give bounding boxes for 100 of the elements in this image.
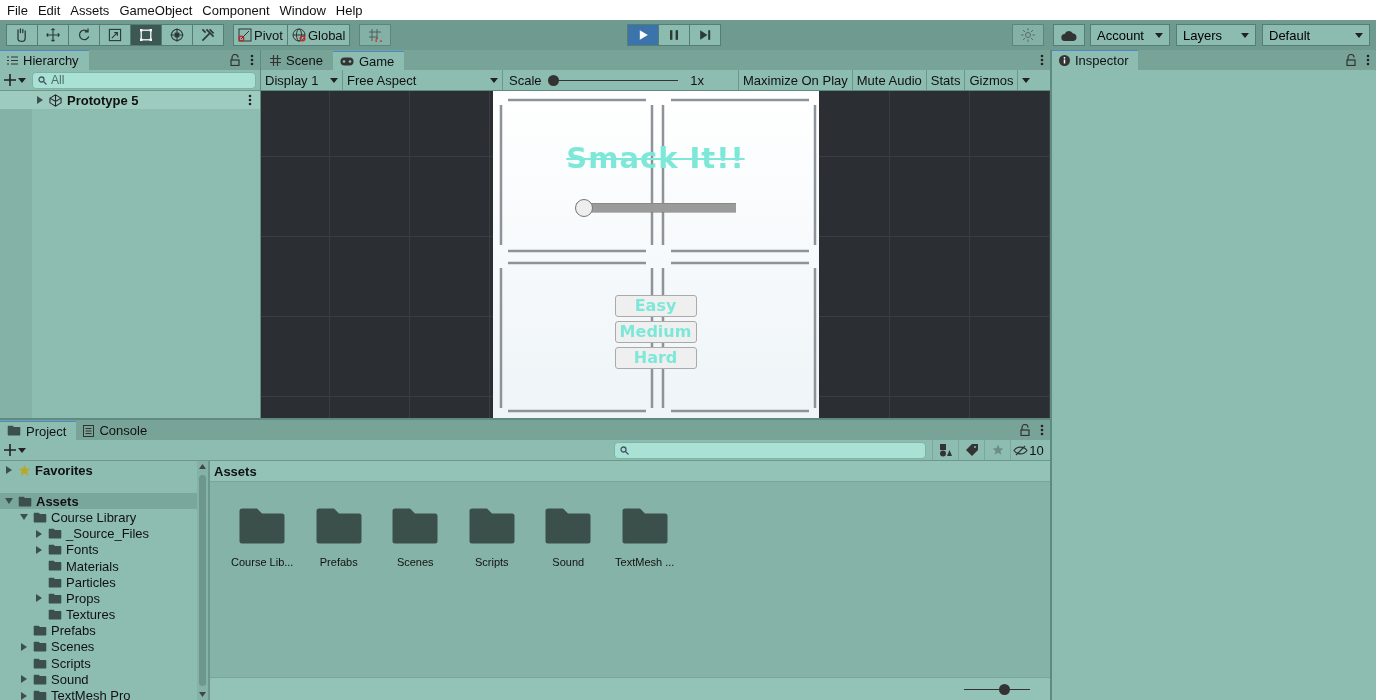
create-button[interactable]: [4, 74, 26, 86]
slider-thumb[interactable]: [574, 199, 593, 217]
tool-button[interactable]: [6, 24, 38, 46]
tool-button[interactable]: [192, 24, 224, 46]
asset-item[interactable]: Prefabs: [300, 506, 377, 568]
dropdown[interactable]: Layers: [1176, 24, 1256, 46]
lock-icon[interactable]: [230, 54, 240, 66]
tree-item[interactable]: Particles: [0, 574, 197, 591]
display-dropdown[interactable]: Display 1: [261, 70, 343, 90]
tool-button[interactable]: [68, 24, 100, 46]
tree-item[interactable]: Scenes: [0, 638, 197, 656]
transform-icon: [169, 27, 185, 43]
toggle-button[interactable]: Maximize On Play: [739, 70, 853, 90]
toggle-button[interactable]: Mute Audio: [852, 70, 927, 90]
tree-item[interactable]: Props: [0, 590, 197, 607]
hidden-packages-button[interactable]: 10: [1010, 440, 1046, 460]
lock-icon[interactable]: [1020, 424, 1030, 436]
star-icon: [991, 444, 1004, 456]
view-tab[interactable]: Scene: [263, 51, 333, 70]
more-icon[interactable]: [250, 54, 254, 66]
slider-thumb[interactable]: [547, 74, 559, 86]
scroll-up-icon[interactable]: [199, 464, 206, 469]
search-field[interactable]: All: [32, 71, 256, 89]
globe-icon: [291, 28, 306, 42]
unity-scene-icon: [49, 93, 62, 107]
tree-item[interactable]: Fonts: [0, 541, 197, 558]
create-button[interactable]: [4, 444, 26, 456]
pause-button[interactable]: [658, 24, 691, 46]
dropdown[interactable]: Account: [1090, 24, 1170, 46]
play-button[interactable]: [627, 24, 660, 46]
tree-item[interactable]: Favorites: [0, 462, 197, 479]
more-icon[interactable]: [1040, 424, 1044, 436]
tree-item[interactable]: Prefabs: [0, 622, 197, 639]
folder-icon: [33, 657, 47, 669]
tree-item[interactable]: Textures: [0, 606, 197, 623]
asset-item[interactable]: Course Lib...: [224, 506, 301, 568]
hierarchy-item[interactable]: Prototype 5: [0, 91, 260, 109]
scrollbar[interactable]: [197, 461, 208, 700]
dropdown[interactable]: Default: [1262, 24, 1370, 46]
tool-button[interactable]: [99, 24, 131, 46]
toggle-button[interactable]: Stats: [926, 70, 966, 90]
step-button[interactable]: [689, 24, 722, 46]
cloud-button[interactable]: [1053, 24, 1085, 46]
menu-item[interactable]: GameObject: [114, 2, 198, 18]
tool-button[interactable]: [37, 24, 69, 46]
caret-icon: [18, 77, 26, 83]
expand-arrow-icon[interactable]: [36, 96, 44, 104]
asset-item[interactable]: Scenes: [377, 506, 454, 568]
expand-arrow-icon[interactable]: [20, 513, 28, 522]
pivot-button[interactable]: Pivot: [233, 24, 288, 46]
folder-icon: [48, 592, 62, 604]
menu-item[interactable]: Help: [330, 2, 368, 18]
tree-item[interactable]: Course Library: [0, 509, 197, 526]
menu-item[interactable]: Component: [197, 2, 275, 18]
lock-icon[interactable]: [1346, 54, 1356, 66]
plus-icon: [4, 74, 16, 86]
more-icon[interactable]: [248, 94, 252, 106]
folder-icon: [33, 689, 47, 700]
scroll-down-icon[interactable]: [199, 692, 206, 697]
breadcrumb: Assets: [210, 461, 1050, 482]
expand-arrow-icon[interactable]: [20, 675, 28, 684]
asset-item[interactable]: TextMesh ...: [606, 506, 683, 568]
aspect-dropdown[interactable]: Free Aspect: [343, 70, 503, 90]
expand-arrow-icon[interactable]: [5, 497, 13, 506]
tool-button[interactable]: [161, 24, 193, 46]
asset-item[interactable]: Scripts: [453, 506, 530, 568]
hierarchy-tab[interactable]: Hierarchy: [0, 50, 89, 70]
view-tab[interactable]: Game: [332, 51, 405, 70]
more-icon[interactable]: [1040, 54, 1044, 66]
asset-item[interactable]: Sound: [530, 506, 607, 568]
expand-arrow-icon[interactable]: [5, 466, 13, 475]
caret-icon: [330, 77, 338, 83]
tree-item[interactable]: Materials: [0, 557, 197, 575]
rect-icon: [138, 27, 154, 43]
menu-item[interactable]: File: [2, 2, 33, 18]
slider-thumb[interactable]: [998, 683, 1010, 695]
menu-item[interactable]: Assets: [65, 2, 115, 18]
expand-arrow-icon[interactable]: [35, 529, 43, 538]
global-button[interactable]: Global: [286, 24, 351, 46]
toggle-button[interactable]: Gizmos: [965, 70, 1019, 90]
search-field[interactable]: [614, 441, 926, 459]
tree-item[interactable]: TextMesh Pro: [0, 687, 197, 700]
menu-item[interactable]: Window: [274, 2, 331, 18]
tree-item[interactable]: _Source_Files: [0, 525, 197, 542]
tool-button[interactable]: [130, 24, 162, 46]
more-icon[interactable]: [1366, 54, 1370, 66]
expand-arrow-icon[interactable]: [20, 642, 28, 651]
tree-item[interactable]: Scripts: [0, 655, 197, 672]
panel-tab[interactable]: Console: [76, 421, 158, 440]
inspector-tab[interactable]: Inspector: [1052, 50, 1139, 70]
tree-item[interactable]: Sound: [0, 671, 197, 688]
folder-icon: [48, 609, 62, 621]
expand-arrow-icon[interactable]: [20, 691, 28, 700]
folder-icon: [543, 506, 594, 546]
expand-arrow-icon[interactable]: [35, 545, 43, 554]
expand-arrow-icon[interactable]: [35, 594, 43, 603]
tree-item[interactable]: Assets: [0, 493, 197, 510]
panel-tab[interactable]: Project: [0, 421, 77, 440]
folder-icon: [7, 425, 21, 437]
menu-item[interactable]: Edit: [32, 2, 66, 18]
